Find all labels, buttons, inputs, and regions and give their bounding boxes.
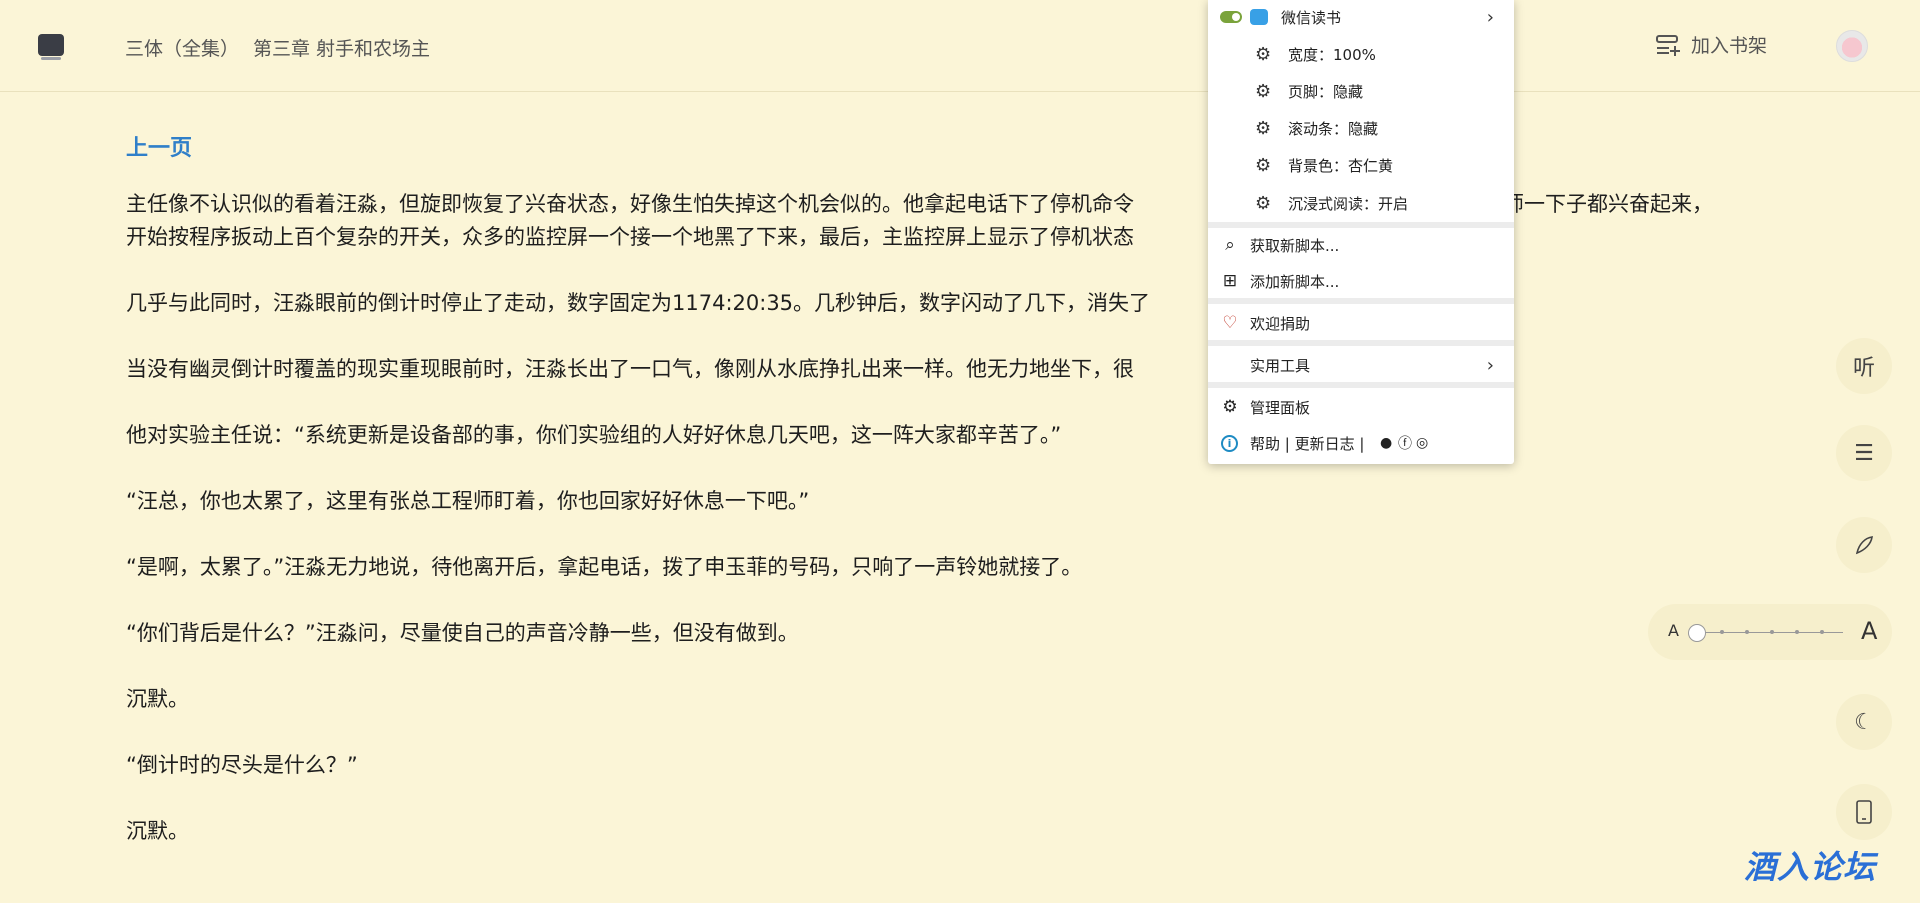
gears-icon: ⚙ <box>1255 80 1272 102</box>
font-large-label: A <box>1861 617 1878 645</box>
script-enabled-toggle[interactable] <box>1220 11 1242 23</box>
get-new-scripts-item[interactable]: ⌕ 获取新脚本... <box>1208 228 1514 262</box>
gears-icon: ⚙ <box>1255 117 1272 139</box>
add-to-shelf-label: 加入书架 <box>1691 35 1768 57</box>
bookshelf-add-icon <box>1656 34 1680 56</box>
font-size-slider[interactable]: A A <box>1648 604 1892 660</box>
paragraph: “汪总，你也太累了，这里有张总工程师盯着，你也回家好好休息一下吧。” <box>126 489 810 513</box>
paragraph: 当没有幽灵倒计时覆盖的现实重现眼前时，汪淼长出了一口气，像刚从水底挣扎出来一样。… <box>126 357 1134 381</box>
setting-label: 滚动条：隐藏 <box>1288 119 1379 138</box>
setting-label: 沉浸式阅读：开启 <box>1288 194 1409 213</box>
donate-item[interactable]: ♡ 欢迎捐助 <box>1208 306 1514 340</box>
menu-divider <box>1208 298 1514 304</box>
chevron-right-icon: › <box>1486 6 1494 28</box>
script-name: 微信读书 <box>1281 8 1342 27</box>
chapter-title: 第三章 射手和农场主 <box>253 38 431 60</box>
app-logo-icon[interactable] <box>38 34 64 60</box>
setting-label: 背景色：杏仁黄 <box>1288 156 1394 175</box>
menu-divider <box>1208 382 1514 388</box>
dark-mode-button[interactable]: ☾ <box>1836 694 1892 750</box>
setting-width[interactable]: ⚙ 宽度：100% <box>1208 37 1514 71</box>
search-icon: ⌕ <box>1225 235 1235 255</box>
instagram-icon[interactable]: ◎ <box>1416 435 1428 451</box>
utilities-item[interactable]: 实用工具 › <box>1208 348 1514 382</box>
gear-icon: ⚙ <box>1222 397 1238 417</box>
github-icon[interactable]: ● <box>1380 435 1392 451</box>
forum-watermark: 酒入论坛 <box>1744 848 1877 886</box>
slider-knob[interactable] <box>1688 624 1706 642</box>
menu-divider <box>1208 340 1514 346</box>
listen-icon: 听 <box>1852 356 1875 381</box>
gears-icon: ⚙ <box>1255 192 1272 214</box>
dashboard-item[interactable]: ⚙ 管理面板 <box>1208 390 1514 424</box>
slider-tick <box>1820 630 1824 634</box>
chevron-right-icon: › <box>1486 354 1494 376</box>
setting-background[interactable]: ⚙ 背景色：杏仁黄 <box>1208 148 1514 182</box>
device-mode-button[interactable] <box>1836 784 1892 840</box>
top-bar: 三体（全集） 第三章 射手和农场主 加入书架 <box>0 0 1920 92</box>
chapter-content: 上一页 主任像不认识似的看着汪淼，但旋即恢复了兴奋状态，好像生怕失掉这个机会似的… <box>126 130 1826 881</box>
breadcrumb: 三体（全集） 第三章 射手和农场主 <box>125 34 430 61</box>
paragraph: “你们背后是什么？”汪淼问，尽量使自己的声音冷静一些，但没有做到。 <box>126 621 799 645</box>
feather-icon <box>1855 536 1873 555</box>
phone-icon <box>1856 800 1872 824</box>
setting-immersive[interactable]: ⚙ 沉浸式阅读：开启 <box>1208 186 1514 220</box>
paragraph: 主任像不认识似的看着汪淼，但旋即恢复了兴奋状态，好像生怕失掉这个机会似的。他拿起… <box>126 192 1713 249</box>
book-title[interactable]: 三体（全集） <box>125 38 239 60</box>
setting-label: 宽度：100% <box>1288 45 1376 64</box>
add-to-shelf-button[interactable]: 加入书架 <box>1655 31 1767 58</box>
paragraph: 他对实验主任说：“系统更新是设备部的事，你们实验组的人好好休息几天吧，这一阵大家… <box>126 423 1062 447</box>
setting-footer[interactable]: ⚙ 页脚：隐藏 <box>1208 74 1514 108</box>
moon-icon: ☾ <box>1854 709 1874 735</box>
slider-tick <box>1795 630 1799 634</box>
slider-tick <box>1720 630 1724 634</box>
paragraph: “是啊，太累了。”汪淼无力地说，待他离开后，拿起电话，拨了申玉菲的号码，只响了一… <box>126 555 1083 579</box>
menu-lines-icon: ☰ <box>1854 440 1874 466</box>
setting-label: 页脚：隐藏 <box>1288 82 1364 101</box>
setting-scrollbar[interactable]: ⚙ 滚动条：隐藏 <box>1208 111 1514 145</box>
heart-icon: ♡ <box>1222 313 1238 333</box>
paragraph: 沉默。 <box>126 687 189 711</box>
prev-page-link[interactable]: 上一页 <box>126 130 1826 162</box>
userscript-menu: 微信读书 › ⚙ 宽度：100% ⚙ 页脚：隐藏 ⚙ 滚动条：隐藏 ⚙ 背景色：… <box>1208 0 1514 464</box>
menu-label: 实用工具 <box>1250 356 1311 375</box>
font-small-label: A <box>1668 621 1679 640</box>
slider-tick <box>1770 630 1774 634</box>
paragraph: 沉默。 <box>126 819 189 843</box>
menu-label: 管理面板 <box>1250 398 1311 417</box>
add-new-script-item[interactable]: ⊞ 添加新脚本... <box>1208 264 1514 298</box>
table-of-contents-button[interactable]: ☰ <box>1836 425 1892 481</box>
gears-icon: ⚙ <box>1255 43 1272 65</box>
facebook-icon[interactable]: ⓕ <box>1398 433 1412 453</box>
paragraph: 几乎与此同时，汪淼眼前的倒计时停止了走动，数字固定为1174:20:35。几秒钟… <box>126 291 1151 315</box>
help-item[interactable]: i 帮助 | 更新日志 | ● ⓕ ◎ <box>1208 426 1514 460</box>
weread-icon <box>1250 9 1268 25</box>
gears-icon: ⚙ <box>1255 154 1272 176</box>
listen-button[interactable]: 听 <box>1836 338 1892 394</box>
paragraph: “倒计时的尽头是什么？” <box>126 753 358 777</box>
slider-tick <box>1745 630 1749 634</box>
plus-square-icon: ⊞ <box>1222 271 1238 291</box>
help-changelog-label: 帮助 | 更新日志 | <box>1250 434 1365 453</box>
user-avatar[interactable] <box>1836 30 1868 62</box>
menu-label: 获取新脚本... <box>1250 236 1340 255</box>
notes-button[interactable] <box>1836 517 1892 573</box>
menu-label: 欢迎捐助 <box>1250 314 1311 333</box>
script-item-weread[interactable]: 微信读书 › <box>1208 0 1514 34</box>
info-icon: i <box>1221 434 1238 452</box>
menu-label: 添加新脚本... <box>1250 272 1340 291</box>
